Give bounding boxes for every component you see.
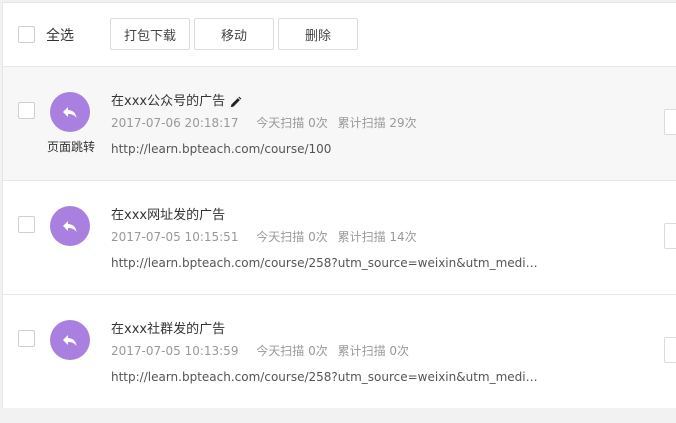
reply-arrow-icon xyxy=(63,221,77,232)
item-title-text[interactable]: 在xxx社群发的广告 xyxy=(111,321,225,339)
reply-arrow-icon xyxy=(63,107,77,118)
item-url[interactable]: http://learn.bpteach.com/course/100 xyxy=(111,141,541,157)
item-title-text[interactable]: 在xxx网址发的广告 xyxy=(111,207,225,225)
item-title-text[interactable]: 在xxx公众号的广告 xyxy=(111,93,225,111)
list-item[interactable]: 页面跳转 在xxx公众号的广告 2017-07-06 20:18:17 今天扫描… xyxy=(3,67,676,181)
row-checkbox[interactable] xyxy=(18,102,35,119)
today-scans: 今天扫描 0次 xyxy=(256,344,328,358)
item-meta: 2017-07-05 10:15:51 今天扫描 0次 累计扫描 14次 xyxy=(111,229,431,245)
row-action-button[interactable] xyxy=(664,109,676,135)
item-title[interactable]: 在xxx社群发的广告 xyxy=(111,321,225,339)
total-scans: 累计扫描 0次 xyxy=(337,344,410,358)
item-title[interactable]: 在xxx网址发的广告 xyxy=(111,207,225,225)
avatar xyxy=(50,92,90,132)
row-checkbox[interactable] xyxy=(18,216,35,233)
total-scans: 累计扫描 29次 xyxy=(337,116,417,130)
item-url[interactable]: http://learn.bpteach.com/course/258?utm_… xyxy=(111,369,541,385)
type-label: 页面跳转 xyxy=(46,140,95,154)
move-button[interactable]: 移动 xyxy=(194,18,274,50)
row-action-button[interactable] xyxy=(664,223,676,249)
row-action-button[interactable] xyxy=(664,337,676,363)
today-scans: 今天扫描 0次 xyxy=(256,116,328,130)
qr-list-panel: 全选 打包下载 移动 删除 页面跳转 在xxx公众号的广告 2017-07-06… xyxy=(2,2,676,408)
item-meta: 2017-07-06 20:18:17 今天扫描 0次 累计扫描 29次 xyxy=(111,115,431,131)
toolbar: 全选 打包下载 移动 删除 xyxy=(3,3,676,67)
pencil-icon[interactable] xyxy=(229,96,242,109)
select-all-checkbox[interactable] xyxy=(18,26,35,43)
delete-button[interactable]: 删除 xyxy=(278,18,358,50)
reply-arrow-icon xyxy=(63,335,77,346)
created-date: 2017-07-06 20:18:17 xyxy=(111,116,239,130)
download-pack-button[interactable]: 打包下载 xyxy=(110,18,190,50)
row-checkbox[interactable] xyxy=(18,330,35,347)
list-item[interactable]: 在xxx网址发的广告 2017-07-05 10:15:51 今天扫描 0次 累… xyxy=(3,181,676,295)
avatar xyxy=(50,206,90,246)
select-all-label[interactable]: 全选 xyxy=(46,27,74,45)
created-date: 2017-07-05 10:13:59 xyxy=(111,344,239,358)
total-scans: 累计扫描 14次 xyxy=(337,230,417,244)
item-meta: 2017-07-05 10:13:59 今天扫描 0次 累计扫描 0次 xyxy=(111,343,423,359)
avatar xyxy=(50,320,90,360)
item-title[interactable]: 在xxx公众号的广告 xyxy=(111,93,242,111)
list-item[interactable]: 在xxx社群发的广告 2017-07-05 10:13:59 今天扫描 0次 累… xyxy=(3,295,676,408)
today-scans: 今天扫描 0次 xyxy=(256,230,328,244)
item-url[interactable]: http://learn.bpteach.com/course/258?utm_… xyxy=(111,255,541,271)
created-date: 2017-07-05 10:15:51 xyxy=(111,230,239,244)
